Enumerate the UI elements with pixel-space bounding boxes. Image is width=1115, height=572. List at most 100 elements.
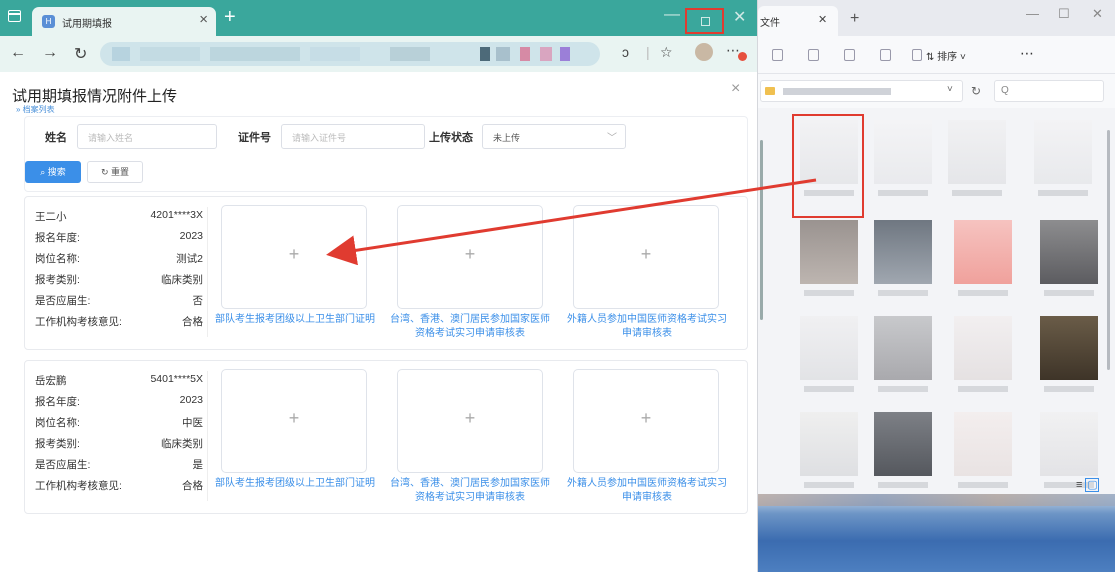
tab-close-icon[interactable]: ✕ bbox=[818, 13, 827, 26]
category-value: 临床类别 bbox=[161, 274, 203, 286]
year-label: 报名年度: bbox=[35, 232, 80, 244]
close-window-button[interactable]: ✕ bbox=[733, 7, 746, 27]
status-label: 上传状态 bbox=[429, 132, 473, 144]
review-value: 合格 bbox=[182, 316, 203, 328]
status-select[interactable]: 未上传 ﹀ bbox=[482, 124, 626, 149]
copy-icon[interactable] bbox=[772, 49, 783, 61]
back-icon[interactable]: ← bbox=[10, 44, 26, 62]
upload-label-line: 资格考试实习申请审核表 bbox=[415, 328, 525, 339]
refresh-icon[interactable]: ↻ bbox=[74, 44, 87, 64]
upload-label-foreign[interactable]: 外籍人员参加中国医师资格考试实习 申请审核表 bbox=[561, 477, 733, 505]
file-explorer-window: 文件 ✕ + — ☐ ✕ ⇅ 排序 ˅ ⋯ ˅ ↻ Q ≡ ▢ bbox=[757, 0, 1115, 572]
path-bar[interactable]: ˅ bbox=[760, 80, 963, 102]
url-input[interactable] bbox=[100, 42, 600, 66]
desktop-wallpaper bbox=[758, 494, 1115, 572]
paste-icon[interactable] bbox=[808, 49, 819, 61]
delete-icon[interactable] bbox=[912, 49, 922, 61]
file-thumbnail[interactable] bbox=[954, 316, 1012, 400]
upload-label-line: 外籍人员参加中国医师资格考试实习 bbox=[567, 314, 727, 325]
new-tab-button[interactable]: + bbox=[850, 10, 859, 28]
upload-label-hk-macau-tw[interactable]: 台湾、香港、澳门居民参加国家医师 资格考试实习申请审核表 bbox=[385, 477, 555, 505]
upload-box-foreign[interactable]: + bbox=[573, 205, 719, 309]
search-input[interactable]: Q bbox=[994, 80, 1104, 102]
file-thumbnail[interactable] bbox=[1034, 120, 1092, 204]
scrollbar[interactable] bbox=[1107, 130, 1110, 370]
reset-button[interactable]: ↻ 重置 bbox=[87, 161, 143, 183]
file-thumbnail[interactable] bbox=[874, 412, 932, 496]
fresh-grad-label: 是否应届生: bbox=[35, 459, 91, 471]
explorer-tab[interactable]: 文件 ✕ bbox=[758, 6, 838, 36]
upload-box-hk-macau-tw[interactable]: + bbox=[397, 205, 543, 309]
reading-mode-icon[interactable]: ↄ bbox=[622, 44, 629, 60]
year-value: 2023 bbox=[179, 394, 203, 406]
file-thumbnail[interactable] bbox=[954, 412, 1012, 496]
file-thumbnail[interactable] bbox=[874, 120, 932, 204]
filter-panel: 姓名 请输入姓名 证件号 请输入证件号 上传状态 未上传 ﹀ ⌕ 搜索 ↻ 重置 bbox=[24, 116, 748, 192]
upload-box-military[interactable]: + bbox=[221, 369, 367, 473]
upload-box-foreign[interactable]: + bbox=[573, 369, 719, 473]
upload-label-hk-macau-tw[interactable]: 台湾、香港、澳门居民参加国家医师 资格考试实习申请审核表 bbox=[385, 313, 555, 341]
rename-icon[interactable] bbox=[844, 49, 855, 61]
tab-close-icon[interactable]: × bbox=[199, 11, 208, 28]
file-thumbnail[interactable] bbox=[874, 220, 932, 304]
search-button[interactable]: ⌕ 搜索 bbox=[25, 161, 81, 183]
browser-window: H 试用期填报 × + — ✕ ← → ↻ ↄ | ☆ ⋯ 试用期填报情况附件上… bbox=[0, 0, 757, 572]
id-input[interactable]: 请输入证件号 bbox=[281, 124, 425, 149]
status-select-value: 未上传 bbox=[493, 133, 521, 143]
minimize-button[interactable]: — bbox=[1026, 6, 1039, 21]
search-icon: ⌕ bbox=[40, 167, 46, 177]
breadcrumb[interactable]: » 档案列表 bbox=[16, 104, 55, 115]
file-thumbnail[interactable] bbox=[800, 412, 858, 496]
tab-bar: H 试用期填报 × + — ✕ bbox=[0, 0, 757, 36]
explorer-toolbar: ⇅ 排序 ˅ ⋯ bbox=[758, 36, 1115, 74]
favorites-icon[interactable]: ☆ bbox=[660, 44, 673, 61]
upload-box-hk-macau-tw[interactable]: + bbox=[397, 369, 543, 473]
modal-close-icon[interactable]: × bbox=[731, 80, 740, 98]
file-thumbnail[interactable] bbox=[948, 120, 1006, 204]
fresh-grad-value: 是 bbox=[192, 459, 204, 471]
alert-badge bbox=[738, 52, 747, 61]
upload-box-military[interactable]: + bbox=[221, 205, 367, 309]
file-thumbnail[interactable] bbox=[1040, 220, 1098, 304]
profile-avatar[interactable] bbox=[695, 43, 713, 61]
name-label: 姓名 bbox=[45, 132, 67, 144]
page-favicon-icon: H bbox=[42, 15, 55, 28]
view-toggle: ≡ ▢ bbox=[1076, 478, 1100, 492]
refresh-icon[interactable]: ↻ bbox=[971, 84, 981, 98]
share-icon[interactable] bbox=[880, 49, 891, 61]
reset-icon: ↻ bbox=[100, 167, 109, 177]
tiles-view-icon[interactable]: ▢ bbox=[1085, 478, 1100, 492]
chevron-down-icon[interactable]: ˅ bbox=[947, 84, 953, 95]
file-thumbnail[interactable] bbox=[954, 220, 1012, 304]
file-thumbnail[interactable] bbox=[1040, 316, 1098, 400]
window-menu-icon[interactable] bbox=[8, 10, 21, 22]
details-view-icon[interactable]: ≡ bbox=[1076, 479, 1082, 491]
upload-label-military[interactable]: 部队考生报考团级以上卫生部门证明 bbox=[207, 477, 383, 491]
name-input[interactable]: 请输入姓名 bbox=[77, 124, 217, 149]
browser-tab[interactable]: H 试用期填报 × bbox=[32, 7, 216, 36]
plus-icon: + bbox=[464, 244, 476, 264]
position-label: 岗位名称: bbox=[35, 417, 80, 429]
file-thumbnail[interactable] bbox=[800, 316, 858, 400]
upload-label-line: 台湾、香港、澳门居民参加国家医师 bbox=[390, 478, 550, 489]
record-id: 4201****3X bbox=[150, 209, 203, 221]
scrollbar[interactable] bbox=[760, 140, 763, 320]
maximize-button[interactable] bbox=[685, 8, 724, 34]
close-window-button[interactable]: ✕ bbox=[1092, 6, 1103, 22]
forward-icon[interactable]: → bbox=[42, 44, 58, 62]
upload-label-foreign[interactable]: 外籍人员参加中国医师资格考试实习 申请审核表 bbox=[561, 313, 733, 341]
file-thumbnail[interactable] bbox=[874, 316, 932, 400]
new-tab-button[interactable]: + bbox=[224, 6, 236, 28]
category-label: 报考类别: bbox=[35, 274, 80, 286]
file-thumbnail[interactable] bbox=[800, 220, 858, 304]
position-value: 测试2 bbox=[176, 253, 203, 265]
more-options-icon[interactable]: ⋯ bbox=[1020, 45, 1034, 62]
upload-label-line: 外籍人员参加中国医师资格考试实习 bbox=[567, 478, 727, 489]
record-name: 岳宏鹏 bbox=[35, 375, 67, 387]
sort-icon: ⇅ bbox=[926, 52, 938, 63]
maximize-button[interactable]: ☐ bbox=[1058, 6, 1070, 22]
minimize-button[interactable]: — bbox=[664, 6, 680, 26]
sort-button[interactable]: ⇅ 排序 ˅ bbox=[926, 48, 966, 63]
sort-label: 排序 bbox=[937, 52, 958, 63]
upload-label-military[interactable]: 部队考生报考团级以上卫生部门证明 bbox=[207, 313, 383, 327]
